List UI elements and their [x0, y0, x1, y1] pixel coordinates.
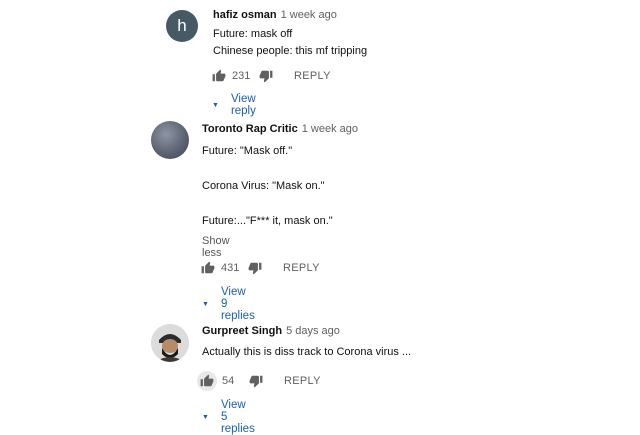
comment-header: hafiz osman 1 week ago: [213, 9, 337, 21]
thumb-up-icon[interactable]: [211, 68, 227, 84]
view-replies-label: View reply: [230, 93, 256, 117]
like-count: 54: [222, 375, 235, 387]
thumb-up-icon[interactable]: [200, 260, 216, 276]
show-less-link[interactable]: Show less: [202, 235, 230, 259]
author-name[interactable]: Toronto Rap Critic: [202, 123, 298, 135]
author-name[interactable]: Gurpreet Singh: [202, 325, 282, 337]
reply-button[interactable]: REPLY: [294, 70, 331, 82]
timestamp[interactable]: 5 days ago: [286, 325, 340, 337]
comment-header: Toronto Rap Critic 1 week ago: [202, 123, 358, 135]
view-replies-button[interactable]: ▼ View 5 replies: [202, 399, 255, 435]
avatar[interactable]: [151, 121, 189, 159]
caret-down-icon: ▼: [212, 101, 219, 109]
avatar[interactable]: [151, 324, 189, 362]
thumb-down-icon[interactable]: [247, 260, 263, 276]
thumb-down-icon[interactable]: [248, 373, 264, 389]
like-count: 231: [232, 70, 251, 82]
reply-button[interactable]: REPLY: [284, 375, 321, 387]
caret-down-icon: ▼: [202, 300, 209, 308]
reply-button[interactable]: REPLY: [283, 262, 320, 274]
thumb-up-icon[interactable]: [197, 371, 217, 391]
author-name[interactable]: hafiz osman: [213, 9, 277, 21]
comment-actions: 431 REPLY: [200, 260, 320, 276]
view-replies-label: View 5 replies: [220, 399, 255, 435]
comment-actions: 231 REPLY: [211, 68, 331, 84]
comment-text-line: Future:..."F*** it, mask on.": [202, 215, 333, 227]
comment-actions: 54 REPLY: [197, 371, 321, 391]
avatar-image: [151, 324, 189, 362]
comment-text-line: Corona Virus: "Mask on.": [202, 180, 325, 192]
view-replies-label: View 9 replies: [220, 286, 255, 322]
comment-text-line: Actually this is diss track to Corona vi…: [202, 346, 412, 358]
like-count: 431: [221, 262, 240, 274]
avatar[interactable]: h: [166, 10, 198, 42]
timestamp[interactable]: 1 week ago: [281, 9, 337, 21]
comment-text-line: Chinese people: this mf tripping: [213, 45, 368, 57]
timestamp[interactable]: 1 week ago: [302, 123, 358, 135]
view-replies-button[interactable]: ▼ View 9 replies: [202, 286, 255, 322]
thumb-down-icon[interactable]: [258, 68, 274, 84]
view-replies-button[interactable]: ▼ View reply: [212, 93, 256, 117]
caret-down-icon: ▼: [202, 413, 209, 421]
avatar-letter: h: [177, 16, 187, 35]
comment-text-line: Future: mask off: [213, 28, 293, 40]
comment-header: Gurpreet Singh 5 days ago: [202, 325, 340, 337]
comment-text-line: Future: "Mask off.": [202, 145, 293, 157]
